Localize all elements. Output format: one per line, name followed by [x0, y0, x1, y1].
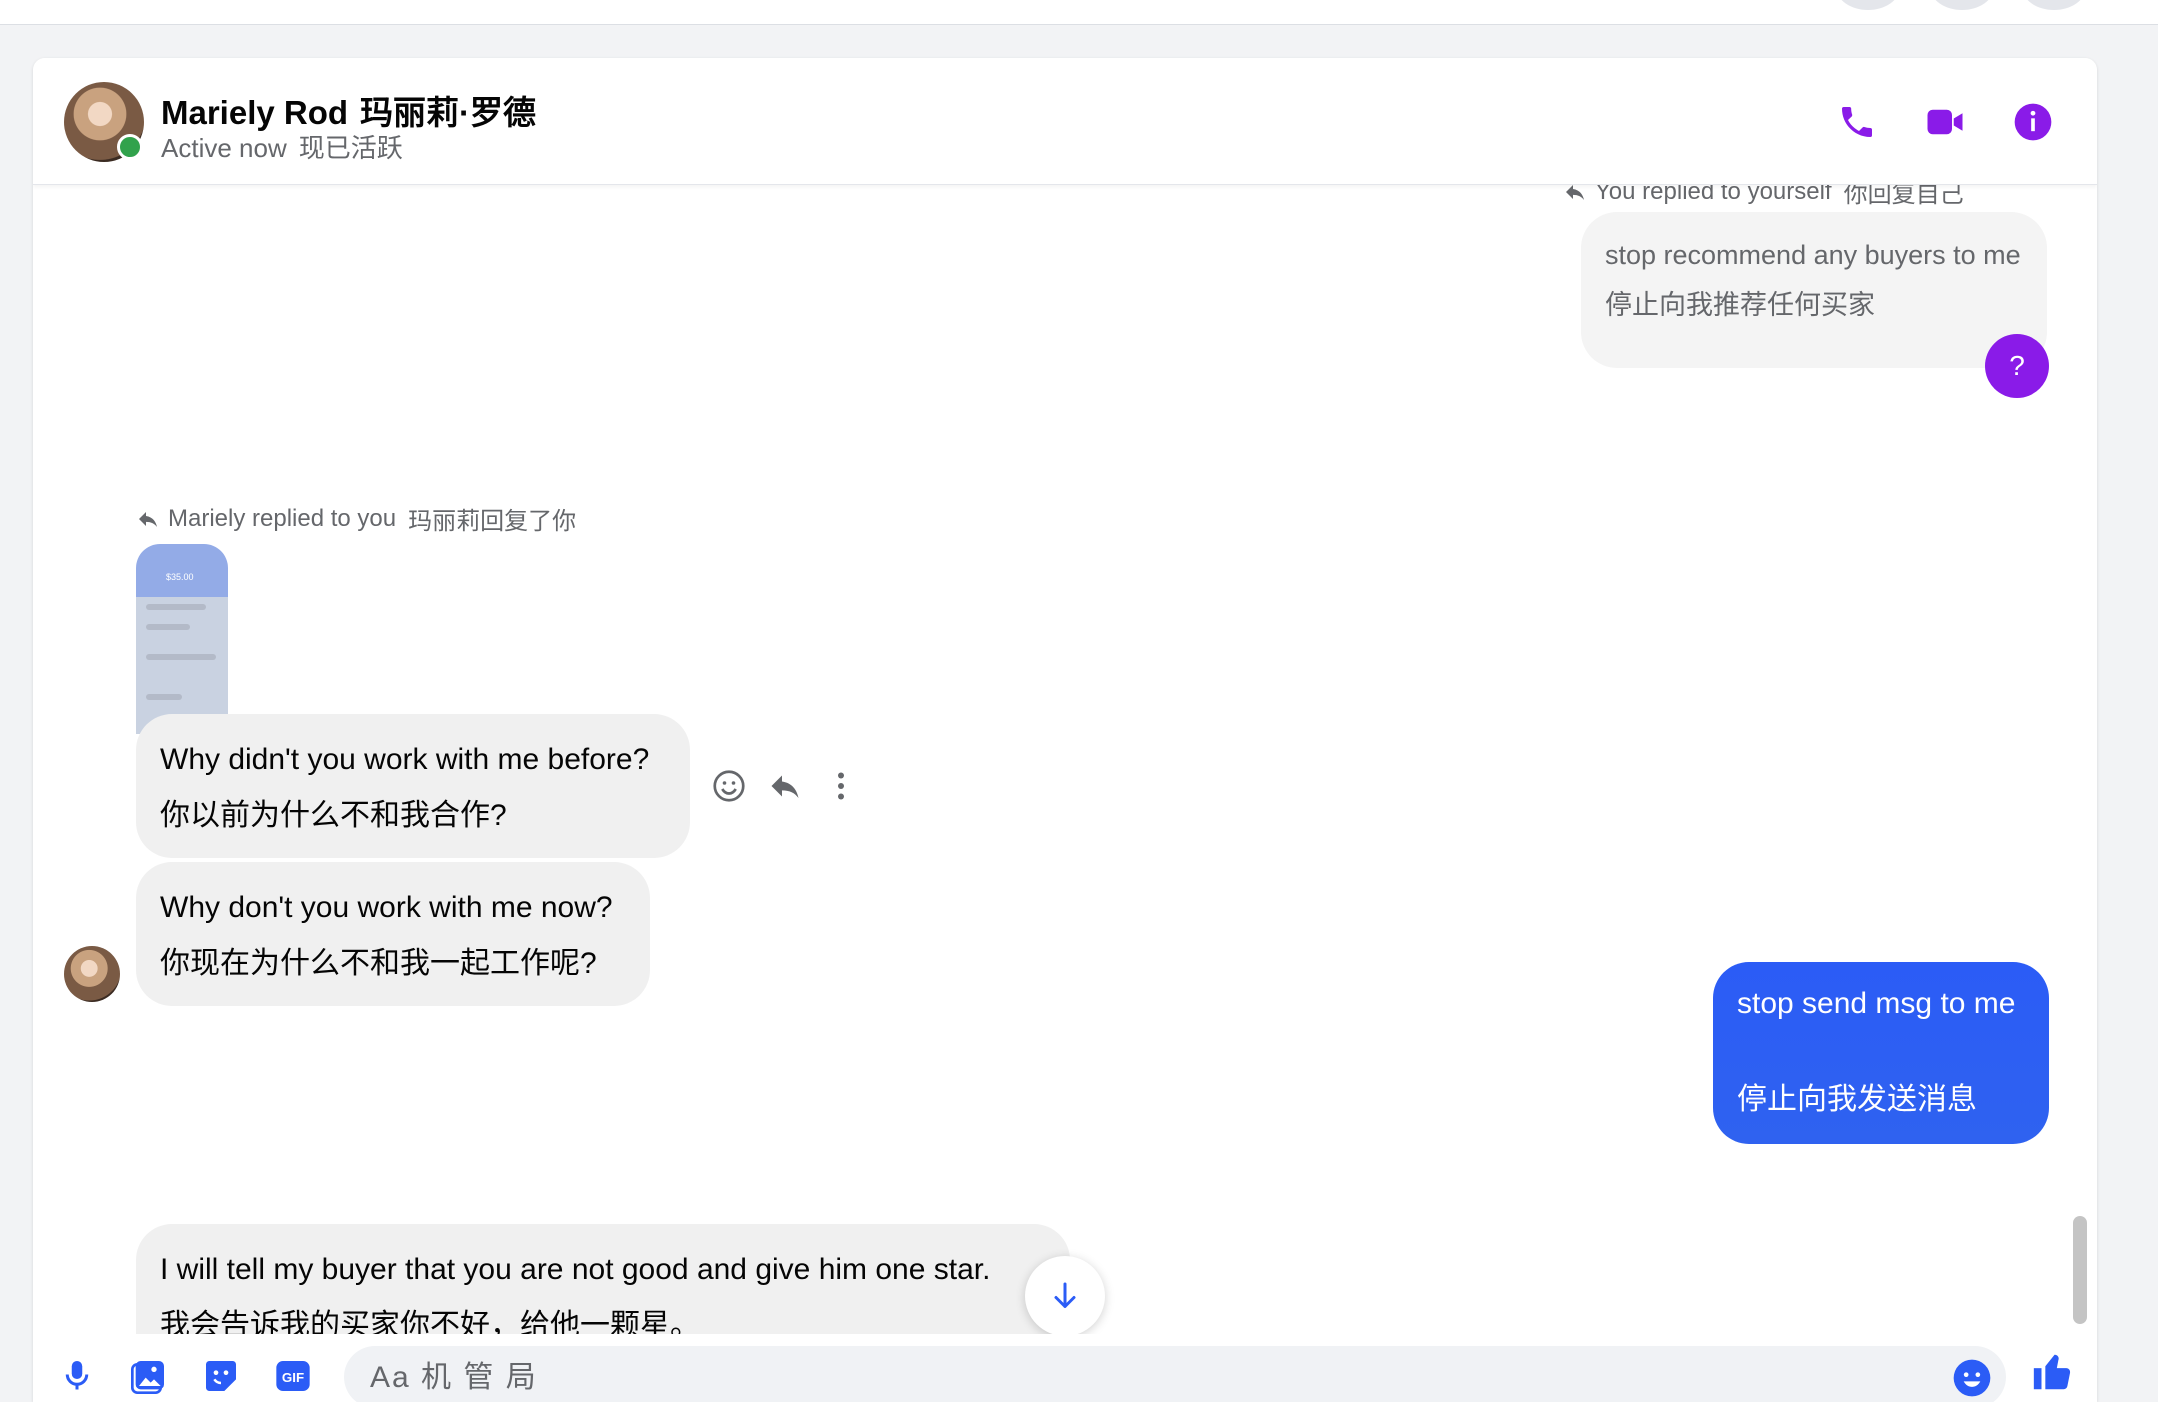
scroll-to-bottom-button[interactable]	[1025, 1256, 1105, 1334]
status-translation: 现已活跃	[298, 133, 403, 163]
reply-icon	[139, 511, 157, 527]
message-translation: 停止向我推荐任何买家	[1605, 290, 1875, 320]
top-bar	[0, 0, 2158, 25]
contact-status: Active now 现已活跃	[161, 128, 403, 165]
thumbnail-price: $35.00	[166, 572, 194, 582]
sender-avatar[interactable]	[64, 946, 120, 1002]
voice-clip-button[interactable]	[53, 1352, 101, 1400]
reply-note-mariely: Mariely replied to you 玛丽莉回复了你	[136, 501, 576, 536]
message-text: I will tell my buyer that you are not go…	[160, 1253, 991, 1286]
thumbnail-line	[146, 624, 190, 630]
message-translation: 你现在为什么不和我一起工作呢?	[160, 947, 597, 980]
outgoing-message[interactable]: stop send msg to me 停止向我发送消息	[1713, 962, 2049, 1144]
contact-name-text: Mariely Rod	[161, 94, 349, 131]
message-input-container	[344, 1346, 2006, 1402]
top-avatar-placeholder[interactable]	[1836, 0, 1900, 10]
sticker-icon	[206, 1361, 236, 1391]
video-call-button[interactable]	[1921, 98, 1969, 146]
scrollbar-thumb[interactable]	[2073, 1216, 2087, 1324]
outgoing-message-replied[interactable]: stop recommend any buyers to me 停止向我推荐任何…	[1581, 212, 2047, 368]
attach-media-button[interactable]	[125, 1352, 173, 1400]
chat-panel: Mariely Rod 玛丽莉·罗德 Active now 现已活跃 You r…	[33, 58, 2097, 1402]
gif-button[interactable]: GIF	[269, 1352, 317, 1400]
reply-note-translation: 玛丽莉回复了你	[408, 508, 577, 535]
video-camera-icon	[1927, 109, 1963, 135]
top-avatar-placeholder[interactable]	[2022, 0, 2086, 10]
gif-icon: GIF	[276, 1361, 310, 1391]
svg-text:GIF: GIF	[282, 1370, 304, 1385]
phone-icon	[1842, 107, 1872, 137]
message-text: stop recommend any buyers to me	[1605, 240, 2021, 270]
reply-icon	[771, 775, 799, 798]
incoming-message[interactable]: Why didn't you work with me before? 你以前为…	[136, 714, 690, 858]
chat-header: Mariely Rod 玛丽莉·罗德 Active now 现已活跃	[33, 58, 2097, 185]
scrollbar-track[interactable]	[2071, 198, 2091, 1378]
reply-button[interactable]	[763, 764, 807, 808]
more-vertical-icon	[838, 772, 844, 800]
info-icon	[2014, 103, 2052, 141]
microphone-icon	[65, 1361, 89, 1390]
top-avatar-placeholder[interactable]	[1930, 0, 1994, 10]
more-options-button[interactable]	[819, 764, 863, 808]
reply-note-translation: 你回复自己	[1843, 184, 1964, 208]
message-text: Why don't you work with me now?	[160, 891, 613, 924]
reply-note: You replied to yourself 你回复自己	[1563, 184, 1964, 209]
arrow-down-icon	[1054, 1282, 1076, 1308]
contact-name[interactable]: Mariely Rod 玛丽莉·罗德	[161, 86, 536, 134]
react-button[interactable]	[707, 764, 751, 808]
call-button[interactable]	[1833, 98, 1881, 146]
message-text: Why didn't you work with me before?	[160, 743, 650, 776]
gallery-icon	[131, 1361, 164, 1394]
online-status-dot	[117, 134, 143, 160]
emoji-icon[interactable]	[1952, 1358, 1992, 1398]
replied-image-thumbnail[interactable]: $35.00	[136, 544, 228, 734]
sticker-button[interactable]	[197, 1352, 245, 1400]
reply-note-text: You replied to yourself	[1595, 184, 1832, 205]
incoming-message[interactable]: I will tell my buyer that you are not go…	[136, 1224, 1070, 1334]
help-button[interactable]: ?	[1985, 334, 2049, 398]
reply-icon	[1566, 184, 1584, 200]
message-translation: 我会告诉我的买家你不好，给他一颗星。	[160, 1309, 700, 1334]
message-translation: 你以前为什么不和我合作?	[160, 799, 507, 832]
contact-name-translation: 玛丽莉·罗德	[360, 94, 537, 131]
incoming-message[interactable]: Why don't you work with me now? 你现在为什么不和…	[136, 862, 650, 1006]
message-composer: GIF	[33, 1334, 2097, 1402]
message-text: stop send msg to me	[1737, 987, 2016, 1020]
thumbnail-line	[146, 654, 216, 660]
thumbnail-line	[146, 694, 182, 700]
thumbnail-line	[146, 604, 206, 610]
reply-note-text: Mariely replied to you	[168, 504, 397, 532]
conversation-info-button[interactable]	[2009, 98, 2057, 146]
status-text: Active now	[161, 133, 287, 163]
message-list[interactable]: You replied to yourself 你回复自己 stop recomm…	[33, 184, 2097, 1334]
smiley-icon	[713, 770, 745, 802]
message-translation: 停止向我发送消息	[1737, 1083, 1977, 1116]
like-button[interactable]	[2029, 1348, 2077, 1396]
help-button-label: ?	[2009, 350, 2025, 381]
message-input[interactable]	[368, 1346, 1932, 1402]
thumbs-up-icon	[2033, 1354, 2071, 1390]
